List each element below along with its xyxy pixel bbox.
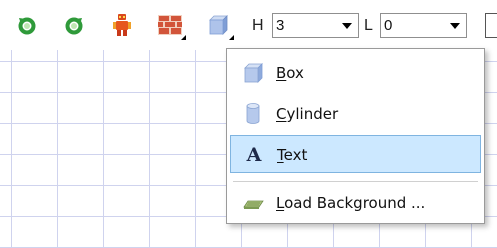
toolbar: H 3 L 0 <box>0 0 497 50</box>
brick-wall-button[interactable] <box>154 10 186 40</box>
l-select-value: 0 <box>384 17 393 34</box>
h-label: H <box>252 17 264 34</box>
brick-wall-icon <box>158 15 182 35</box>
menu-item-box[interactable]: Box <box>230 54 481 92</box>
l-label: L <box>364 17 373 34</box>
rotate-left-icon <box>18 17 36 35</box>
menu-item-label: Text <box>277 146 308 164</box>
shape-button[interactable] <box>202 10 234 40</box>
partial-control[interactable] <box>485 13 497 38</box>
menu-item-label: Load Background ... <box>276 194 426 212</box>
svg-text:A: A <box>246 144 262 165</box>
cylinder-icon <box>246 103 260 124</box>
chevron-down-icon <box>450 23 460 29</box>
h-select[interactable]: 3 <box>272 13 359 38</box>
menu-item-text[interactable]: A Text <box>230 135 481 173</box>
chevron-down-icon <box>342 23 352 29</box>
robot-icon <box>113 14 131 36</box>
rotate-left-button[interactable] <box>14 10 40 40</box>
menu-item-cylinder[interactable]: Cylinder <box>230 95 481 133</box>
text-a-icon: A <box>246 144 262 165</box>
menu-item-label: Box <box>276 64 304 82</box>
menu-item-load-background[interactable]: Load Background ... <box>230 184 481 222</box>
menu-separator <box>233 181 478 182</box>
cube-icon <box>209 15 228 35</box>
background-image-icon <box>243 200 264 209</box>
shape-dropdown-menu: Box Cylinder A Text Load Background ... <box>226 48 485 224</box>
rotate-right-icon <box>65 17 83 35</box>
l-select[interactable]: 0 <box>380 13 467 38</box>
h-select-value: 3 <box>276 17 285 34</box>
menu-item-label: Cylinder <box>276 105 339 123</box>
dropdown-indicator-icon <box>229 35 234 40</box>
robot-button[interactable] <box>109 10 135 40</box>
box-icon <box>244 63 263 83</box>
dropdown-indicator-icon <box>181 35 186 40</box>
rotate-right-button[interactable] <box>61 10 87 40</box>
